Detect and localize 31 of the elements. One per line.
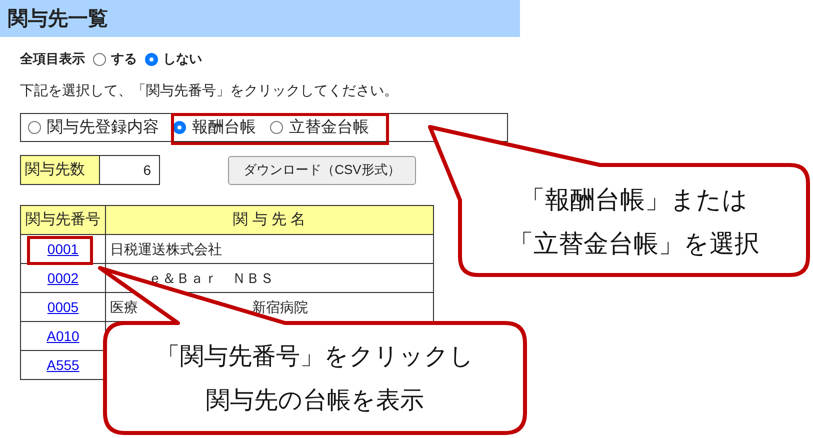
radio-label[interactable]: する xyxy=(111,49,137,69)
client-number-link[interactable]: A555 xyxy=(46,356,80,372)
radio-label[interactable]: 立替金台帳 xyxy=(289,116,369,140)
count-value: 6 xyxy=(100,155,160,185)
radio-button[interactable] xyxy=(173,121,186,134)
client-name: 新宿病院 xyxy=(252,298,308,316)
radio-label[interactable]: 関与先登録内容 xyxy=(47,116,159,140)
callout-text: 「関与先番号」をクリックし xyxy=(156,342,474,372)
client-name: 日税運送株式会社 xyxy=(110,240,222,258)
radio-button[interactable] xyxy=(145,52,158,66)
page-title: 関与先一覧 xyxy=(8,6,108,32)
radio-label[interactable]: しない xyxy=(163,49,202,69)
client-number-link[interactable]: A010 xyxy=(46,328,80,344)
download-button[interactable]: ダウンロード（CSV形式） xyxy=(228,156,416,184)
client-number-link[interactable]: 0001 xyxy=(47,240,79,256)
column-header: 関 与 先 名 xyxy=(106,206,434,234)
highlight-frame xyxy=(27,236,93,265)
client-number-link[interactable]: 0002 xyxy=(47,270,79,286)
client-number-link[interactable]: 0005 xyxy=(47,298,79,314)
client-name: 医療 xyxy=(110,298,138,316)
option-label: 全項目表示 xyxy=(20,50,85,68)
radio-label[interactable]: 報酬台帳 xyxy=(192,116,256,140)
callout-text: 関与先の台帳を表示 xyxy=(206,386,424,416)
count-label: 関与先数 xyxy=(20,155,100,185)
radio-button[interactable] xyxy=(28,121,41,134)
radio-button[interactable] xyxy=(270,121,283,134)
callout-text: 「立替金台帳」を選択 xyxy=(508,229,760,260)
column-header: 関与先番号 xyxy=(20,206,106,234)
callout-text: 「報酬台帳」または xyxy=(520,185,748,216)
instruction-text: 下記を選択して、「関与先番号」をクリックしてください。 xyxy=(20,81,399,98)
radio-button[interactable] xyxy=(93,52,106,66)
